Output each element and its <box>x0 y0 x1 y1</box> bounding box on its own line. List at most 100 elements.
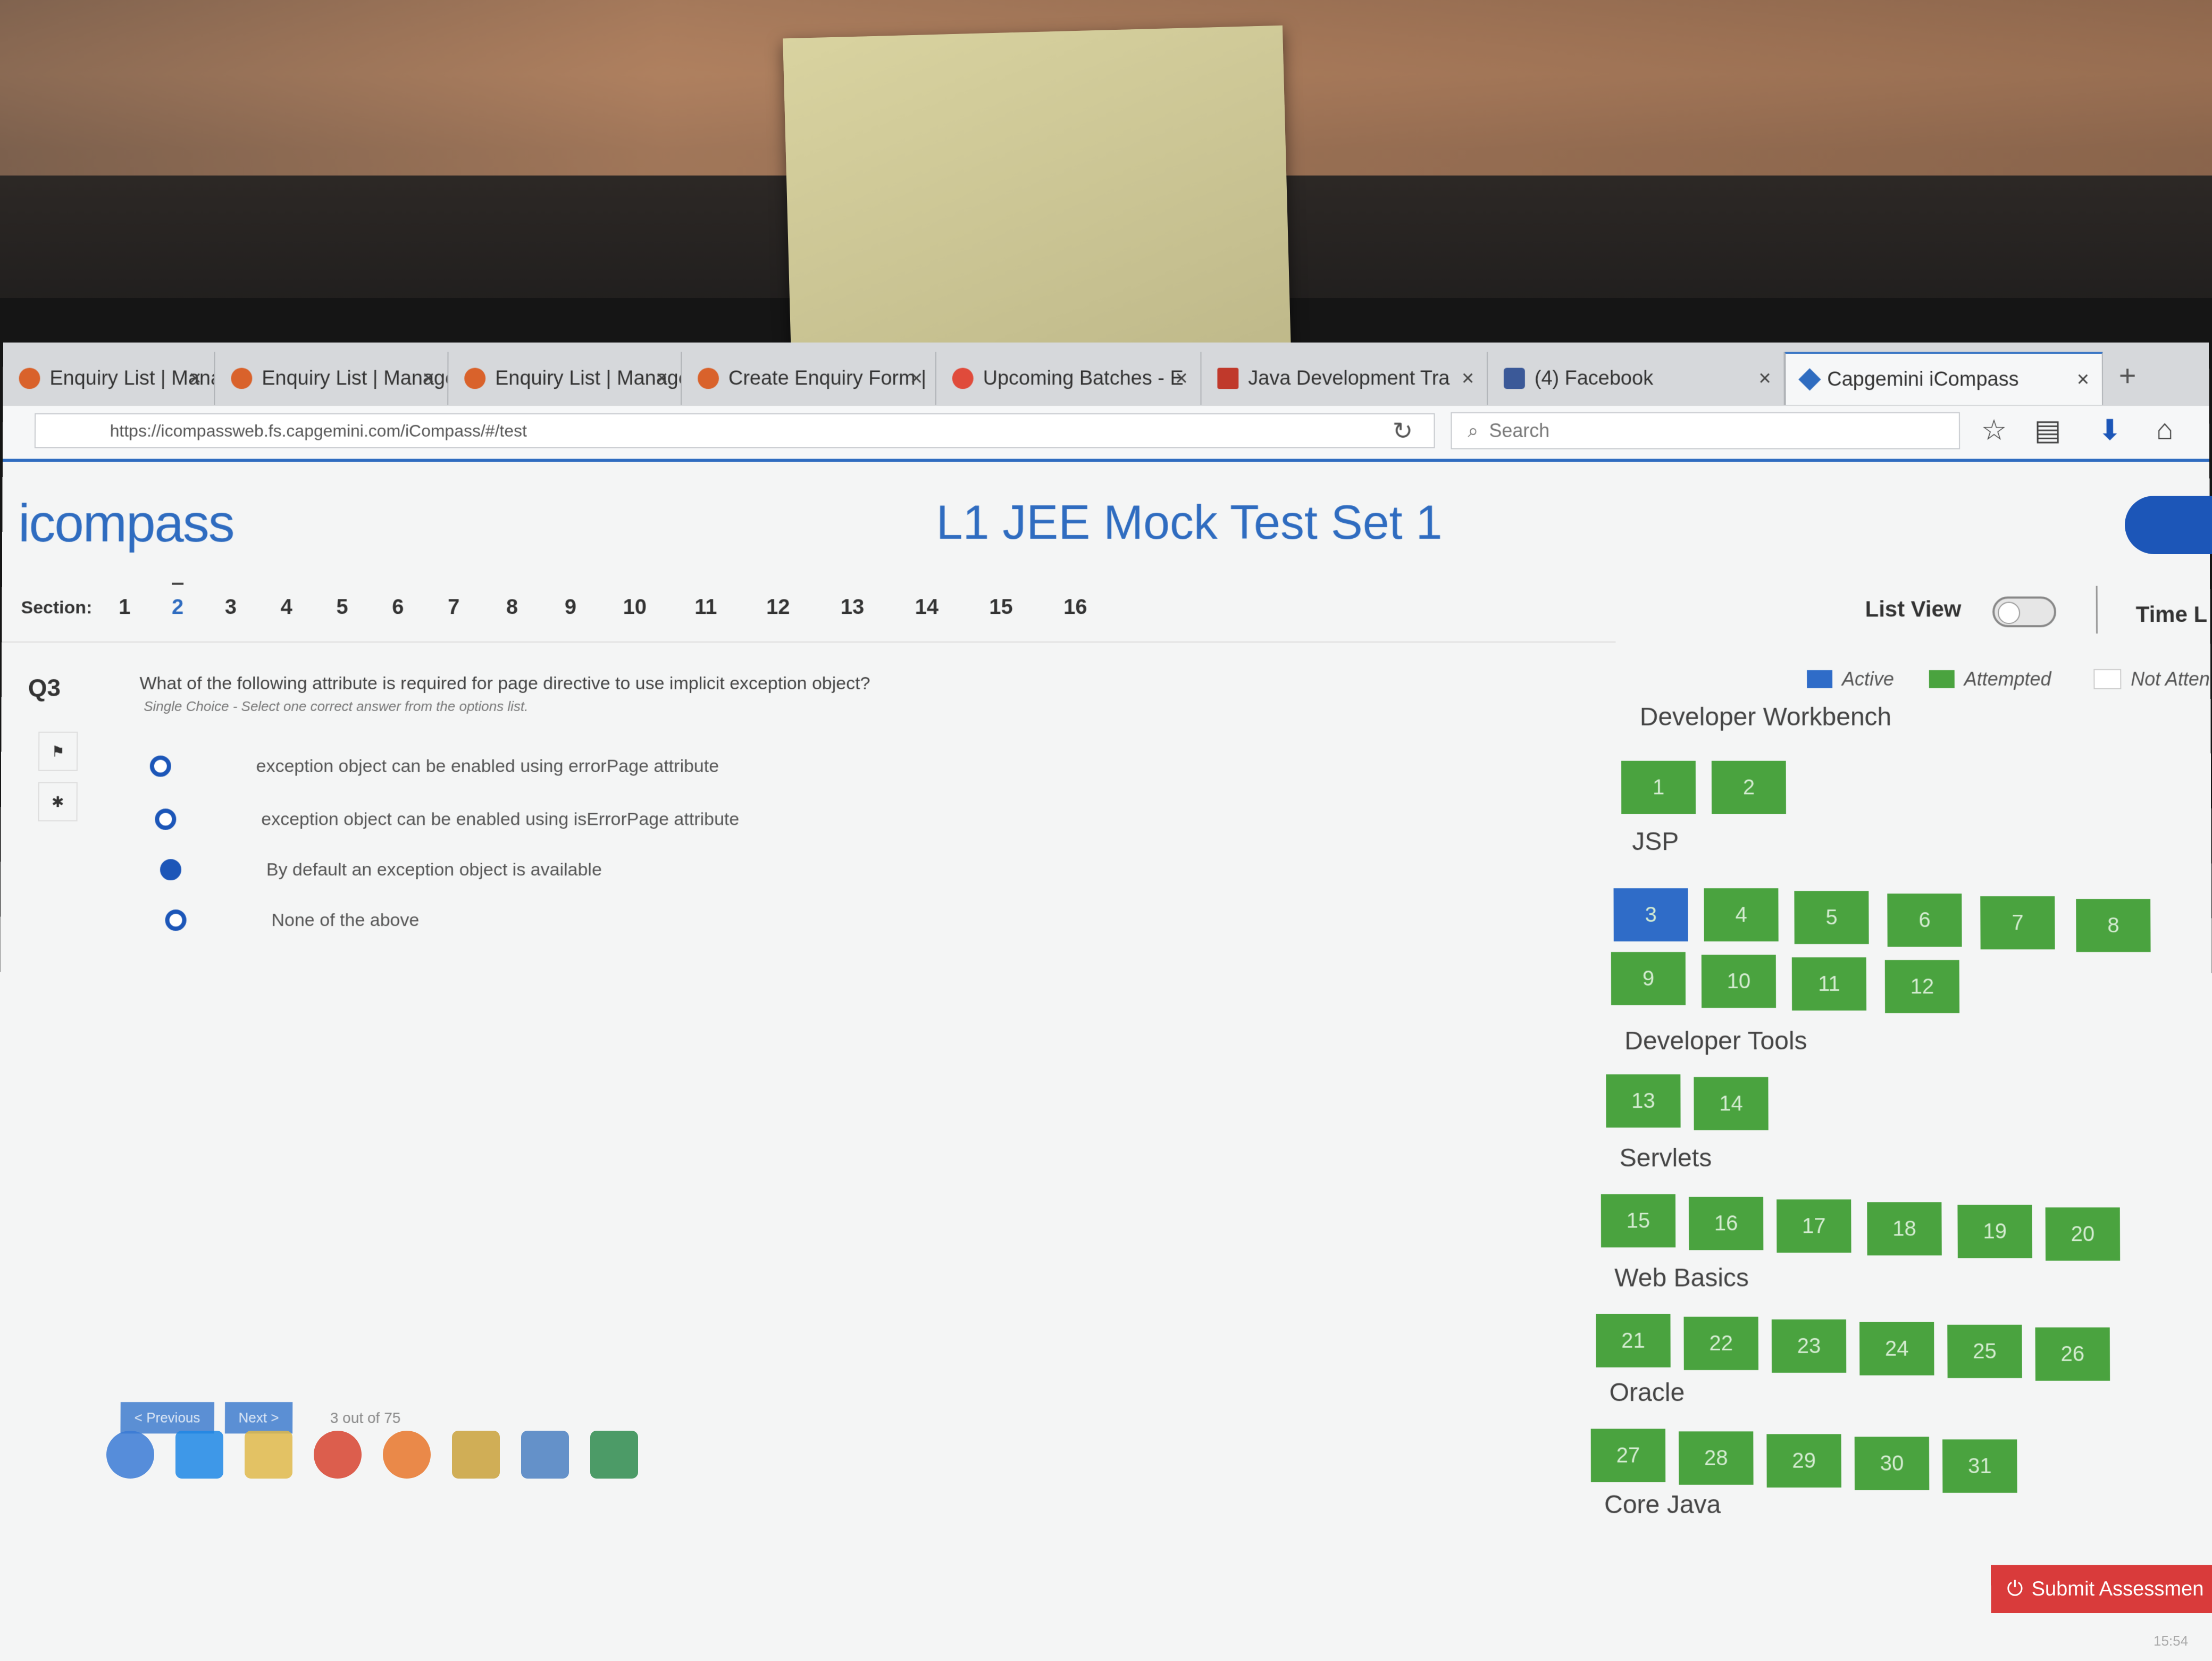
question-box[interactable]: 22 <box>1684 1317 1758 1370</box>
tab-upcoming-batches[interactable]: Upcoming Batches - E × <box>936 352 1202 405</box>
search-input[interactable]: ⌕ Search <box>1451 412 1960 449</box>
answer-option-4[interactable]: None of the above <box>165 899 419 941</box>
section-tab-4[interactable]: 4 <box>281 596 292 620</box>
chrome-icon[interactable] <box>314 1431 362 1479</box>
file-explorer-icon[interactable] <box>245 1431 292 1479</box>
question-box[interactable]: 30 <box>1855 1437 1930 1490</box>
question-box[interactable]: 20 <box>2046 1207 2121 1261</box>
section-tab-7[interactable]: 7 <box>448 596 459 620</box>
bookmark-button[interactable]: ✱ <box>38 782 78 821</box>
answer-option-2[interactable]: exception object can be enabled using is… <box>155 798 739 840</box>
close-icon[interactable]: × <box>1175 366 1187 390</box>
question-box[interactable]: 7 <box>1980 896 2055 949</box>
close-icon[interactable]: × <box>2077 368 2089 391</box>
home-icon[interactable]: ⌂ <box>2156 413 2174 446</box>
question-box[interactable]: 8 <box>2076 899 2150 952</box>
question-box[interactable]: 24 <box>1859 1322 1934 1375</box>
tab-label: Enquiry List | Manage <box>262 367 448 390</box>
submit-assessment-button[interactable]: ⏻ Submit Assessmen <box>1991 1565 2212 1613</box>
question-box[interactable]: 27 <box>1591 1429 1666 1482</box>
media-player-icon[interactable] <box>452 1431 500 1479</box>
question-box[interactable]: 5 <box>1794 891 1869 944</box>
tab-capgemini-icompass[interactable]: Capgemini iCompass × <box>1784 352 2103 405</box>
tab-facebook[interactable]: (4) Facebook × <box>1488 352 1785 405</box>
question-box[interactable]: 17 <box>1777 1199 1851 1253</box>
question-box[interactable]: 29 <box>1766 1434 1841 1487</box>
section-tab-15[interactable]: 15 <box>989 596 1012 620</box>
bookmark-star-icon[interactable]: ☆ <box>1981 413 2007 447</box>
question-box[interactable]: 15 <box>1601 1194 1675 1247</box>
browser-tab-bar: Enquiry List | Manage × Enquiry List | M… <box>3 343 2209 407</box>
question-box[interactable]: 14 <box>1694 1077 1768 1130</box>
question-box[interactable]: 4 <box>1704 888 1778 941</box>
question-box[interactable]: 28 <box>1679 1431 1754 1484</box>
section-tab-9[interactable]: 9 <box>565 596 576 620</box>
tab-enquiry-list-2[interactable]: Enquiry List | Manage × <box>215 352 448 405</box>
section-tab-11[interactable]: 11 <box>694 596 717 620</box>
answer-option-1[interactable]: exception object can be enabled using er… <box>150 745 719 788</box>
question-box[interactable]: 12 <box>1885 960 1959 1013</box>
section-tab-3[interactable]: 3 <box>225 596 237 620</box>
question-box[interactable]: 31 <box>1942 1439 2017 1492</box>
tab-create-enquiry[interactable]: Create Enquiry Form | × <box>682 352 936 405</box>
radio-button[interactable] <box>150 756 171 777</box>
section-tab-13[interactable]: 13 <box>841 596 864 620</box>
question-box[interactable]: 16 <box>1689 1197 1763 1250</box>
radio-button[interactable] <box>165 909 187 931</box>
firefox-icon[interactable] <box>383 1431 431 1479</box>
tab-enquiry-list-1[interactable]: Enquiry List | Manage × <box>3 352 215 405</box>
question-box[interactable]: 1 <box>1621 761 1696 814</box>
close-icon[interactable]: × <box>1462 366 1474 390</box>
address-bar[interactable]: https://icompassweb.fs.capgemini.com/iCo… <box>35 413 1435 448</box>
close-icon[interactable]: × <box>1758 366 1771 390</box>
tab-label: Java Development Tra <box>1248 367 1449 390</box>
section-tab-16[interactable]: 16 <box>1063 596 1087 620</box>
start-button-icon[interactable] <box>106 1431 154 1479</box>
radio-button[interactable] <box>155 808 176 830</box>
list-view-toggle[interactable] <box>1992 597 2056 628</box>
reading-list-icon[interactable]: ▤ <box>2034 413 2062 447</box>
reload-icon[interactable]: ↻ <box>1393 416 1413 445</box>
question-box[interactable]: 11 <box>1792 957 1866 1011</box>
question-box-active[interactable]: 3 <box>1614 888 1688 941</box>
close-icon[interactable]: × <box>189 366 201 390</box>
question-box[interactable]: 26 <box>2035 1328 2110 1381</box>
close-icon[interactable]: × <box>656 366 668 390</box>
question-box[interactable]: 13 <box>1606 1074 1680 1128</box>
internet-explorer-icon[interactable] <box>175 1431 223 1479</box>
user-badge[interactable] <box>2125 496 2212 554</box>
download-icon[interactable]: ⬇ <box>2098 413 2122 447</box>
question-box[interactable]: 25 <box>1947 1325 2022 1378</box>
question-box[interactable]: 19 <box>1957 1205 2032 1258</box>
close-icon[interactable]: × <box>910 366 923 390</box>
question-box[interactable]: 23 <box>1772 1320 1847 1373</box>
section-tab-2[interactable]: 2 <box>172 583 183 620</box>
excel-icon[interactable] <box>590 1431 638 1479</box>
question-box[interactable]: 9 <box>1611 952 1686 1005</box>
icompass-logo: icompass <box>18 493 234 554</box>
close-icon[interactable]: × <box>422 366 434 390</box>
flag-button[interactable]: ⚑ <box>38 732 78 771</box>
section-tab-5[interactable]: 5 <box>336 596 348 620</box>
tab-enquiry-list-3[interactable]: Enquiry List | Manage × <box>448 352 682 405</box>
question-box[interactable]: 10 <box>1702 955 1776 1008</box>
palette-group-heading: Developer Tools <box>1624 1026 1807 1056</box>
radio-button-selected[interactable] <box>160 859 181 880</box>
question-box[interactable]: 18 <box>1867 1202 1941 1255</box>
tab-label: Capgemini iCompass <box>1827 368 2018 391</box>
section-tab-8[interactable]: 8 <box>506 596 518 620</box>
section-tab-14[interactable]: 14 <box>915 596 939 620</box>
answer-option-3[interactable]: By default an exception object is availa… <box>160 848 602 891</box>
question-box[interactable]: 6 <box>1887 894 1962 947</box>
section-tab-10[interactable]: 10 <box>623 596 647 620</box>
section-tab-12[interactable]: 12 <box>766 596 790 620</box>
facebook-icon <box>1504 368 1525 389</box>
outlook-icon[interactable] <box>521 1431 569 1479</box>
new-tab-button[interactable]: + <box>2119 358 2136 393</box>
question-box[interactable]: 21 <box>1596 1314 1670 1367</box>
question-box[interactable]: 2 <box>1712 761 1786 814</box>
tab-java-development[interactable]: Java Development Tra × <box>1201 352 1488 405</box>
section-tab-1[interactable]: 1 <box>119 596 130 620</box>
section-tab-6[interactable]: 6 <box>392 596 404 620</box>
app-favicon-icon <box>19 368 40 389</box>
